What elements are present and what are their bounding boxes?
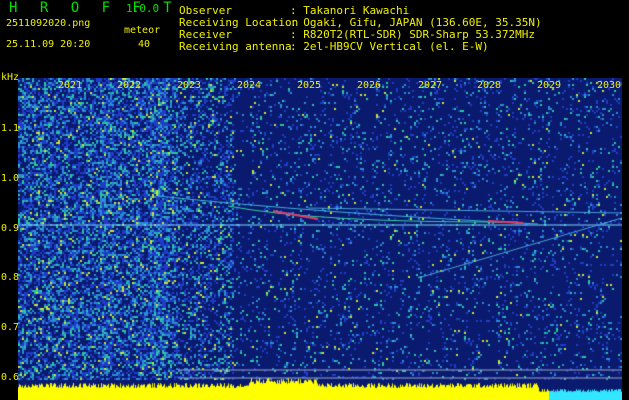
meteor-count: 40 [138, 39, 151, 50]
x-tick: 2024 [237, 80, 262, 91]
x-tick: 2023 [177, 80, 202, 91]
receiver-label: Receiver [179, 28, 232, 41]
app-version: 1.0.0 [126, 2, 160, 15]
x-tick: 2022 [117, 80, 142, 91]
antenna-label: Receiving antenna [179, 40, 292, 53]
x-tick: 2028 [477, 80, 502, 91]
y-tick: 1.0 [1, 173, 20, 184]
antenna-value: : 2el-HB9CV Vertical (el. E-W) [290, 40, 489, 53]
y-tick: 0.9 [1, 223, 20, 234]
x-tick: 2025 [297, 80, 322, 91]
location-value: : Ogaki, Gifu, JAPAN (136.60E, 35.35N) [290, 16, 542, 29]
timestamp: 25.11.09 20:20 [6, 39, 91, 50]
x-tick: 2030 [597, 80, 622, 91]
receiver-value: : R820T2(RTL-SDR) SDR-Sharp 53.372MHz [290, 28, 536, 41]
x-tick: 2026 [357, 80, 382, 91]
observer-value: : Takanori Kawachi [290, 4, 410, 17]
x-tick: 2029 [537, 80, 562, 91]
x-tick: 2021 [58, 80, 83, 91]
spectrogram [18, 78, 622, 400]
y-tick: 0.8 [1, 272, 20, 283]
x-tick: 2027 [418, 80, 443, 91]
location-label: Receiving Location [179, 16, 299, 29]
y-tick: 0.6 [1, 372, 20, 383]
observer-label: Observer [179, 4, 232, 17]
file-name: 2511092020.png [6, 18, 91, 29]
axis-unit: kHz [1, 72, 20, 83]
spectrogram-canvas [18, 78, 622, 400]
y-tick: 0.7 [1, 322, 20, 333]
meteor-label: meteor [124, 25, 161, 36]
y-tick: 1.1 [1, 123, 20, 134]
header-panel: H R O F F T 1.0.0 2511092020.png meteor … [0, 0, 629, 78]
